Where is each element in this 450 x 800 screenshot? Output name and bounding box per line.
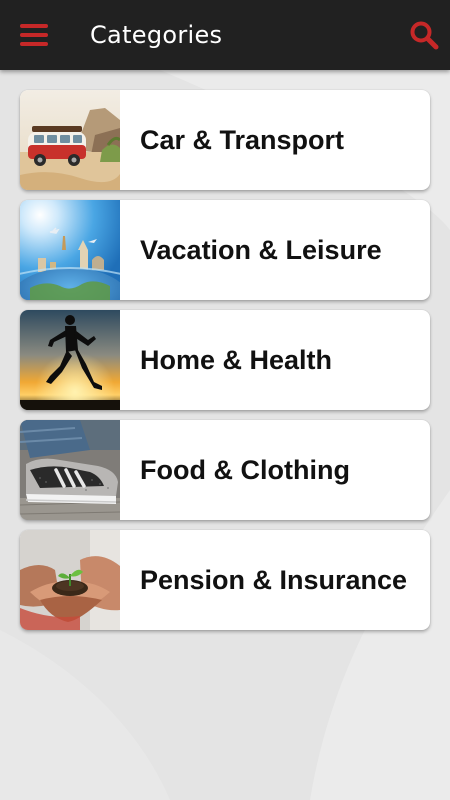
category-list: Car & Transport Vacation & Leisure Home … bbox=[20, 90, 430, 640]
page-title: Categories bbox=[90, 21, 223, 49]
hamburger-menu-icon bbox=[20, 24, 48, 46]
category-label: Pension & Insurance bbox=[140, 565, 408, 595]
food-clothing-thumbnail bbox=[20, 420, 120, 520]
pension-insurance-thumbnail bbox=[20, 530, 120, 630]
car-transport-thumbnail bbox=[20, 90, 120, 190]
category-card-home-health[interactable]: Home & Health bbox=[20, 310, 430, 410]
vacation-leisure-thumbnail bbox=[20, 200, 120, 300]
search-icon bbox=[410, 21, 439, 50]
search-button[interactable] bbox=[404, 15, 444, 55]
category-card-car-transport[interactable]: Car & Transport bbox=[20, 90, 430, 190]
category-label: Food & Clothing bbox=[140, 455, 350, 485]
category-label: Home & Health bbox=[140, 345, 333, 375]
category-card-vacation-leisure[interactable]: Vacation & Leisure bbox=[20, 200, 430, 300]
category-card-pension-insurance[interactable]: Pension & Insurance bbox=[20, 530, 430, 630]
category-label: Vacation & Leisure bbox=[140, 235, 382, 265]
home-health-thumbnail bbox=[20, 310, 120, 410]
menu-button[interactable] bbox=[14, 17, 54, 53]
app-bar: Categories bbox=[0, 0, 450, 70]
category-card-food-clothing[interactable]: Food & Clothing bbox=[20, 420, 430, 520]
category-label: Car & Transport bbox=[140, 125, 345, 155]
